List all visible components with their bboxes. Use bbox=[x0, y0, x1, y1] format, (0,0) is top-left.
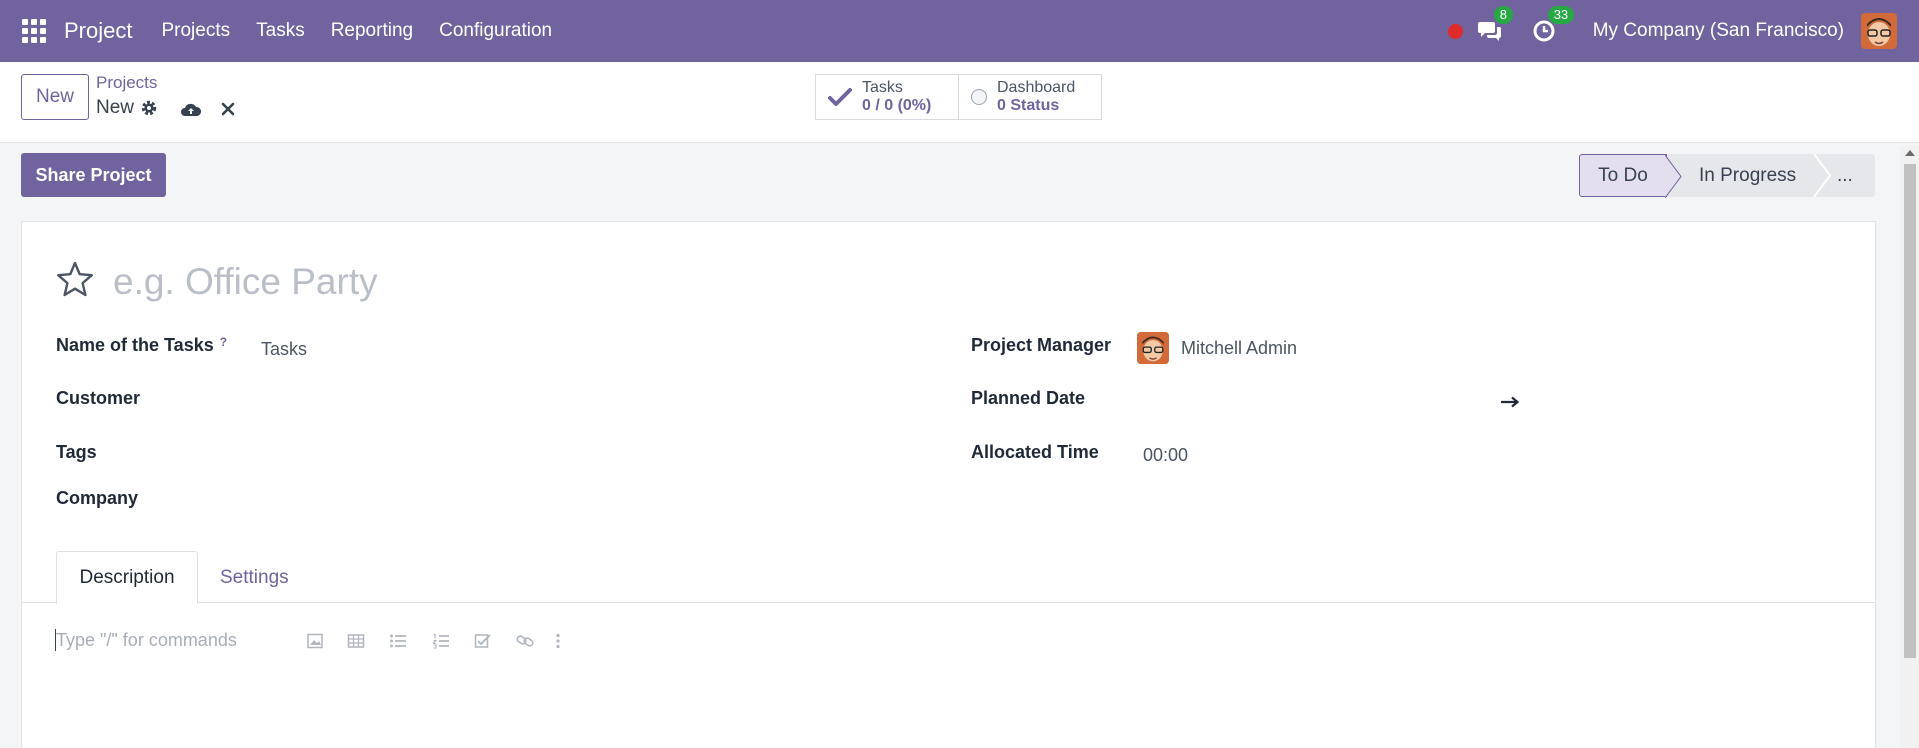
manager-avatar bbox=[1137, 332, 1169, 364]
chat-bubbles-icon[interactable]: 8 bbox=[1477, 6, 1513, 44]
top-navbar: Project Projects Tasks Reporting Configu… bbox=[0, 0, 1919, 62]
scrollbar-thumb[interactable] bbox=[1904, 164, 1916, 658]
breadcrumb-current: New bbox=[96, 97, 158, 119]
cloud-upload-icon[interactable] bbox=[180, 100, 202, 120]
app-brand[interactable]: Project bbox=[64, 18, 132, 44]
clock-activity-icon[interactable]: 33 bbox=[1531, 6, 1575, 44]
menu-reporting[interactable]: Reporting bbox=[331, 20, 413, 42]
help-tooltip-icon[interactable]: ? bbox=[220, 335, 227, 349]
breadcrumb-projects[interactable]: Projects bbox=[96, 73, 157, 93]
tags-label: Tags bbox=[56, 442, 97, 462]
tasks-smart-button[interactable]: Tasks 0 / 0 (0%) bbox=[815, 74, 959, 120]
chevron-right-icon bbox=[1665, 155, 1682, 198]
dashboard-smart-label: Dashboard bbox=[997, 79, 1076, 96]
stage-to-do[interactable]: To Do bbox=[1579, 154, 1682, 198]
record-name: New bbox=[96, 97, 135, 118]
table-icon[interactable] bbox=[347, 633, 365, 649]
company-label: Company bbox=[56, 488, 139, 508]
allocated-time-field[interactable]: 00:00 bbox=[1143, 445, 1188, 466]
planned-date-label: Planned Date bbox=[971, 388, 1086, 408]
customer-label: Customer bbox=[56, 388, 141, 408]
share-project-button[interactable]: Share Project bbox=[21, 153, 166, 197]
bulleted-list-icon[interactable] bbox=[389, 633, 407, 649]
link-icon[interactable] bbox=[516, 633, 534, 649]
discard-x-icon[interactable] bbox=[220, 101, 236, 117]
activities-badge: 33 bbox=[1547, 6, 1575, 24]
project-name-input[interactable] bbox=[113, 258, 913, 306]
form-sheet: Name of the Tasks? Tasks Customer Tags C… bbox=[21, 221, 1876, 748]
project-manager-field[interactable]: Mitchell Admin bbox=[1181, 338, 1297, 359]
tab-description[interactable]: Description bbox=[56, 551, 198, 604]
tab-settings[interactable]: Settings bbox=[220, 551, 289, 604]
messages-badge: 8 bbox=[1493, 6, 1513, 24]
check-icon bbox=[828, 88, 852, 106]
arrow-right-icon bbox=[1501, 396, 1520, 408]
menu-tasks[interactable]: Tasks bbox=[256, 20, 305, 42]
smart-buttons: Tasks 0 / 0 (0%) Dashboard 0 Status bbox=[815, 74, 1102, 120]
planned-date-end-field[interactable] bbox=[1527, 382, 1867, 412]
task-name-field[interactable]: Tasks bbox=[261, 339, 307, 360]
project-manager-label: Project Manager bbox=[971, 335, 1112, 355]
dashboard-smart-button[interactable]: Dashboard 0 Status bbox=[959, 74, 1102, 120]
control-panel: New Projects New Tasks 0 / 0 (0%) Dashbo… bbox=[0, 62, 1919, 143]
planned-date-start-field[interactable] bbox=[1142, 382, 1482, 412]
dashboard-smart-value: 0 Status bbox=[997, 97, 1060, 114]
scroll-up-arrow-icon[interactable] bbox=[1905, 150, 1915, 156]
user-avatar[interactable] bbox=[1861, 13, 1897, 49]
stage-in-progress[interactable]: In Progress bbox=[1667, 154, 1831, 197]
task-name-label: Name of the Tasks? bbox=[56, 335, 228, 355]
stage-to-do-label: To Do bbox=[1598, 164, 1648, 186]
notebook-tabs: Description Settings bbox=[22, 551, 1875, 604]
checklist-icon[interactable] bbox=[474, 633, 492, 649]
image-icon[interactable] bbox=[306, 633, 324, 649]
description-editor[interactable]: Type "/" for commands bbox=[56, 630, 237, 651]
apps-grid-icon[interactable] bbox=[22, 19, 46, 43]
gear-icon[interactable] bbox=[140, 99, 158, 117]
menu-configuration[interactable]: Configuration bbox=[439, 20, 552, 42]
numbered-list-icon[interactable] bbox=[432, 633, 450, 649]
chevron-right-icon bbox=[1814, 154, 1831, 197]
stage-in-progress-label: In Progress bbox=[1699, 164, 1797, 186]
company-field[interactable] bbox=[261, 482, 921, 512]
tags-field[interactable] bbox=[261, 436, 921, 466]
tasks-smart-label: Tasks bbox=[862, 79, 903, 96]
allocated-time-label: Allocated Time bbox=[971, 442, 1099, 462]
status-circle-icon bbox=[971, 89, 987, 105]
navbar-systray: 8 33 My Company (San Francisco) bbox=[1447, 0, 1919, 62]
tasks-smart-value: 0 / 0 (0%) bbox=[862, 97, 932, 114]
recording-dot-icon[interactable] bbox=[1447, 23, 1463, 39]
page-scrollbar[interactable] bbox=[1900, 146, 1919, 748]
stage-more-label: ... bbox=[1837, 164, 1853, 186]
new-button[interactable]: New bbox=[21, 74, 89, 120]
more-vertical-icon[interactable] bbox=[553, 633, 563, 649]
star-favorite-icon[interactable] bbox=[55, 260, 95, 298]
stage-statusbar: To Do In Progress ... bbox=[1579, 154, 1875, 198]
company-switcher[interactable]: My Company (San Francisco) bbox=[1593, 20, 1844, 42]
menu-projects[interactable]: Projects bbox=[161, 20, 230, 42]
customer-field[interactable] bbox=[261, 382, 921, 412]
